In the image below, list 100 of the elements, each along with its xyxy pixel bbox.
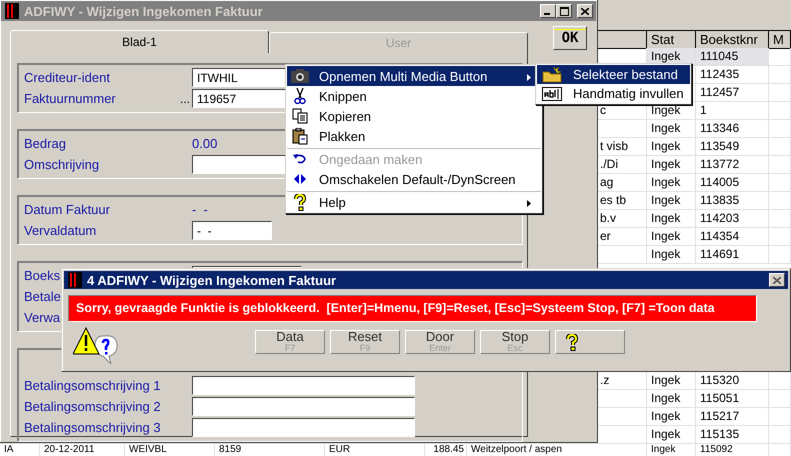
table-cell: ./Di: [600, 157, 618, 171]
table-cell: 114005: [696, 174, 769, 192]
help-button[interactable]: [555, 330, 625, 354]
field-label: Omschrijving: [24, 157, 100, 172]
table-cell: Ingek: [647, 120, 696, 138]
table-cell: 112457: [696, 84, 769, 102]
close-button[interactable]: [769, 273, 785, 287]
camera-icon: [291, 69, 309, 83]
table-cell: Ingek: [647, 156, 696, 174]
table-cell: 115217: [696, 408, 769, 426]
copy-icon: [292, 108, 308, 124]
table-cell: Ingek: [647, 210, 696, 228]
table-cell: 115051: [696, 390, 769, 408]
dialog-button[interactable]: Data F7: [255, 330, 325, 354]
empty-cell: [769, 390, 791, 408]
text-field-icon: [542, 86, 562, 100]
table-cell: Ingek: [647, 426, 696, 444]
table-cell: 113772: [696, 156, 769, 174]
table-cell: 20-12-2011: [40, 444, 125, 456]
field-value: - -: [192, 202, 208, 217]
empty-cell: [769, 138, 791, 156]
empty-cell: [769, 210, 791, 228]
field-value: 0.00: [192, 136, 218, 151]
dialog-button[interactable]: Stop Esc: [480, 330, 550, 354]
field-label: Crediteur-ident: [24, 70, 110, 85]
question-mark-icon: [566, 334, 578, 350]
maximize-icon: [560, 6, 568, 16]
table-cell: t visb: [600, 139, 628, 153]
maximize-button[interactable]: [556, 4, 572, 18]
close-icon: [773, 276, 781, 284]
table-cell: c: [600, 103, 606, 117]
window-title: ADFIWY - Wijzigen Ingekomen Faktuur: [24, 4, 263, 18]
folder-icon: [542, 66, 562, 82]
menu-item[interactable]: Kopieren: [287, 106, 541, 126]
field-label: Vervaldatum: [24, 223, 96, 238]
table-cell: es tb: [600, 193, 626, 207]
input-field[interactable]: - -: [192, 221, 272, 240]
input-field[interactable]: [192, 397, 415, 416]
minimize-button[interactable]: [540, 4, 556, 18]
column-header[interactable]: Boekstknr: [696, 30, 769, 49]
input-field[interactable]: [192, 418, 415, 437]
table-cell: 114354: [696, 228, 769, 246]
table-cell: Ingek: [647, 444, 696, 456]
table-cell: Weitzelpoort / aspen: [467, 444, 647, 456]
field-label: Betale: [24, 289, 61, 304]
table-cell: Ingek: [647, 390, 696, 408]
field-label: Betalingsomschrijving 1: [24, 378, 161, 393]
empty-cell: [769, 192, 791, 210]
table-cell: Ingek: [647, 228, 696, 246]
table-cell: Ingek: [647, 138, 696, 156]
undo-icon: [293, 154, 307, 164]
empty-cell: [769, 102, 791, 120]
submenu-arrow-icon: [527, 200, 531, 206]
column-header[interactable]: M: [769, 30, 791, 49]
table-cell: b.v: [600, 211, 616, 225]
tab[interactable]: Blad-1: [10, 30, 269, 53]
table-cell: 115135: [696, 426, 769, 444]
field-label: Betalingsomschrijving 3: [24, 420, 161, 435]
empty-cell: [769, 228, 791, 246]
table-cell: 113549: [696, 138, 769, 156]
table-cell: 8159: [215, 444, 325, 456]
ok-button[interactable]: OK: [553, 26, 587, 50]
scissors-icon: [294, 88, 306, 104]
logo-icon: [68, 272, 82, 288]
field-label: Bedrag: [24, 136, 66, 151]
empty-cell: [769, 156, 791, 174]
left-right-arrows-icon: [294, 174, 306, 184]
table-cell: WEIVBL: [125, 444, 215, 456]
dialog-title: 4 ADFIWY - Wijzigen Ingekomen Faktuur: [87, 272, 336, 288]
close-button[interactable]: [577, 4, 593, 18]
table-cell: 111045: [696, 48, 769, 66]
table-cell: .z: [600, 373, 610, 387]
dialog-button[interactable]: Door Enter: [405, 330, 475, 354]
column-header[interactable]: Stat: [647, 30, 696, 49]
table-cell: 113835: [696, 192, 769, 210]
table-cell: er: [600, 229, 611, 243]
table-cell: Ingek: [647, 192, 696, 210]
table-cell: EUR: [325, 444, 425, 456]
paste-icon: [292, 128, 308, 144]
close-icon: [581, 8, 589, 14]
field-label: Betalingsomschrijving 2: [24, 399, 161, 414]
table-cell: 114203: [696, 210, 769, 228]
field-label: Verwa: [24, 310, 60, 325]
menu-item[interactable]: Omschakelen Default-/DynScreen: [287, 169, 541, 189]
lookup-dots[interactable]: ...: [180, 92, 192, 106]
input-field[interactable]: [192, 376, 415, 395]
empty-cell: [769, 426, 791, 444]
empty-cell: [769, 66, 791, 84]
error-message: Sorry, gevraagde Funktie is geblokkeerd. [Enter]=Hmenu, [F9]=Reset, [Esc]=Systeem Stop, [F7] =Toon data: [68, 295, 757, 322]
dialog-button[interactable]: Reset F9: [330, 330, 400, 354]
field-label: Boeks: [24, 268, 60, 283]
menu-item[interactable]: Selekteer bestand: [537, 65, 690, 84]
menu-item[interactable]: Handmatig invullen: [537, 84, 690, 103]
empty-cell: [769, 84, 791, 102]
menu-item[interactable]: Plakken: [287, 126, 541, 146]
menu-item[interactable]: Help: [287, 191, 541, 212]
table-cell: 115092: [696, 444, 769, 456]
table-cell: Ingek: [647, 174, 696, 192]
table-cell: IA: [0, 444, 40, 456]
table-cell: Ingek: [647, 408, 696, 426]
